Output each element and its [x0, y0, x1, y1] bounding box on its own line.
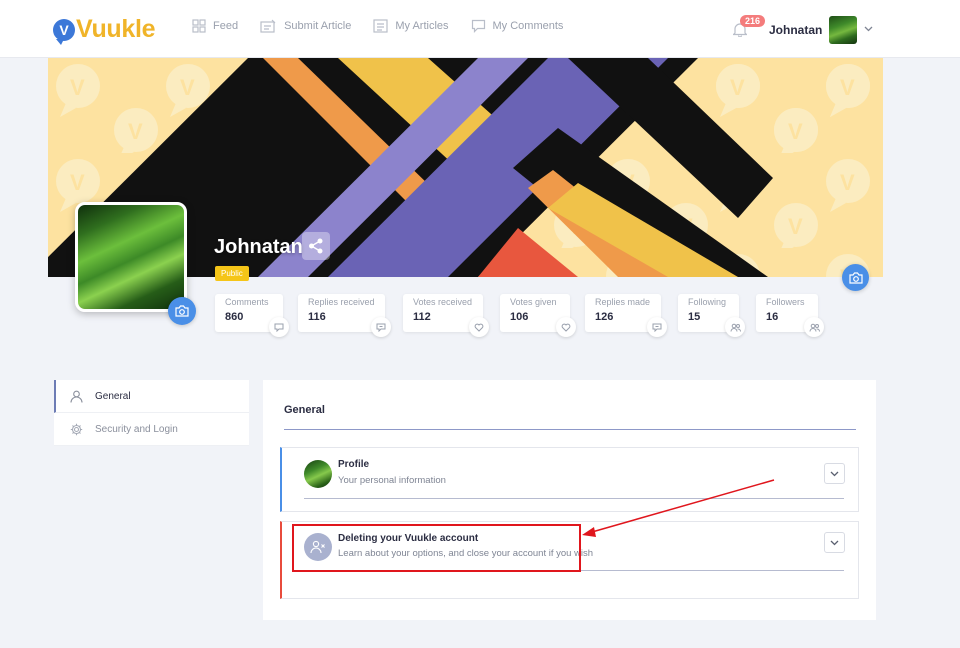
- reply-icon: [647, 317, 667, 337]
- logo-badge: V: [53, 18, 75, 45]
- stat-card-replies-made[interactable]: Replies made 126: [585, 294, 667, 337]
- nav-item-my-comments[interactable]: My Comments: [471, 19, 564, 33]
- chevron-down-icon: [830, 471, 839, 476]
- card-divider: [304, 498, 844, 499]
- stat-label: Replies made: [595, 297, 651, 307]
- header-avatar[interactable]: [829, 16, 857, 44]
- section-heading: General: [284, 404, 325, 416]
- stat-card-comments[interactable]: Comments 860: [215, 294, 289, 337]
- stat-value: 106: [510, 311, 529, 323]
- settings-main-panel: General Profile Your personal informatio…: [263, 380, 876, 620]
- change-cover-photo-button[interactable]: [842, 264, 869, 291]
- articles-icon: [373, 19, 388, 33]
- visibility-badge: Public: [215, 266, 249, 281]
- chevron-down-icon: [830, 540, 839, 545]
- stat-label: Votes received: [413, 297, 473, 307]
- stat-card-votes-given[interactable]: Votes given 106: [500, 294, 576, 337]
- sidebar-item-general[interactable]: General: [54, 380, 249, 413]
- stat-label: Replies received: [308, 297, 375, 307]
- camera-icon: [175, 305, 189, 317]
- top-navigation-bar: V Vuukle Feed Submit Article My Articles…: [0, 0, 960, 58]
- vuukle-logo[interactable]: V Vuukle: [53, 15, 156, 45]
- gear-icon: [70, 423, 83, 435]
- user-icon: [70, 390, 83, 403]
- heart-icon: [469, 317, 489, 337]
- sidebar-item-label: Security and Login: [95, 423, 178, 435]
- card-title: Profile: [338, 459, 370, 470]
- card-subtitle: Your personal information: [338, 475, 446, 486]
- expand-profile-button[interactable]: [824, 463, 845, 484]
- stat-label: Following: [688, 297, 727, 307]
- camera-icon: [848, 271, 863, 284]
- nav-item-feed[interactable]: Feed: [192, 19, 238, 33]
- expand-delete-account-button[interactable]: [824, 532, 845, 553]
- stat-card-replies-received[interactable]: Replies received 116: [298, 294, 391, 337]
- profile-photo[interactable]: [75, 202, 187, 312]
- profile-thumbnail: [304, 460, 332, 488]
- stat-label: Comments: [225, 297, 269, 307]
- nav-item-submit-article[interactable]: Submit Article: [260, 19, 351, 33]
- comment-icon: [269, 317, 289, 337]
- stat-value: 860: [225, 311, 244, 323]
- nav-item-my-articles[interactable]: My Articles: [373, 19, 449, 33]
- stat-value: 126: [595, 311, 614, 323]
- heart-icon: [556, 317, 576, 337]
- profile-section-card[interactable]: Profile Your personal information: [280, 447, 859, 512]
- stat-label: Votes given: [510, 297, 557, 307]
- users-icon: [725, 317, 745, 337]
- logo-text: Vuukle: [76, 15, 156, 43]
- stat-label: Followers: [766, 297, 805, 307]
- chevron-down-icon[interactable]: [864, 26, 873, 32]
- submit-article-icon: [260, 19, 276, 33]
- change-profile-photo-button[interactable]: [168, 297, 196, 325]
- users-icon: [804, 317, 824, 337]
- share-profile-button[interactable]: [302, 232, 330, 260]
- header-user-name[interactable]: Johnatan: [769, 23, 822, 37]
- nav-item-label: My Comments: [492, 20, 564, 32]
- nav-item-label: Submit Article: [284, 20, 352, 32]
- stat-value: 15: [688, 311, 701, 323]
- notification-count-badge[interactable]: 216: [740, 15, 766, 27]
- stat-card-followers[interactable]: Followers 16: [756, 294, 824, 337]
- sidebar-item-label: General: [95, 390, 131, 402]
- stat-value: 116: [308, 311, 326, 323]
- comment-icon: [471, 19, 485, 33]
- nav-item-label: Feed: [213, 20, 239, 32]
- share-icon: [309, 238, 323, 254]
- stat-value: 112: [413, 311, 431, 323]
- annotation-highlight-box: [292, 524, 581, 572]
- profile-display-name: Johnatan: [214, 236, 303, 258]
- section-divider: [284, 429, 856, 430]
- grid-icon: [192, 19, 206, 33]
- stat-value: 16: [766, 311, 779, 323]
- stat-card-following[interactable]: Following 15: [678, 294, 745, 337]
- stat-card-votes-received[interactable]: Votes received 112: [403, 294, 489, 337]
- nav-item-label: My Articles: [395, 20, 449, 32]
- main-nav: Feed Submit Article My Articles My Comme…: [192, 19, 585, 33]
- reply-icon: [371, 317, 391, 337]
- settings-sidebar: General Security and Login: [54, 380, 249, 446]
- sidebar-item-security-and-login[interactable]: Security and Login: [54, 413, 249, 446]
